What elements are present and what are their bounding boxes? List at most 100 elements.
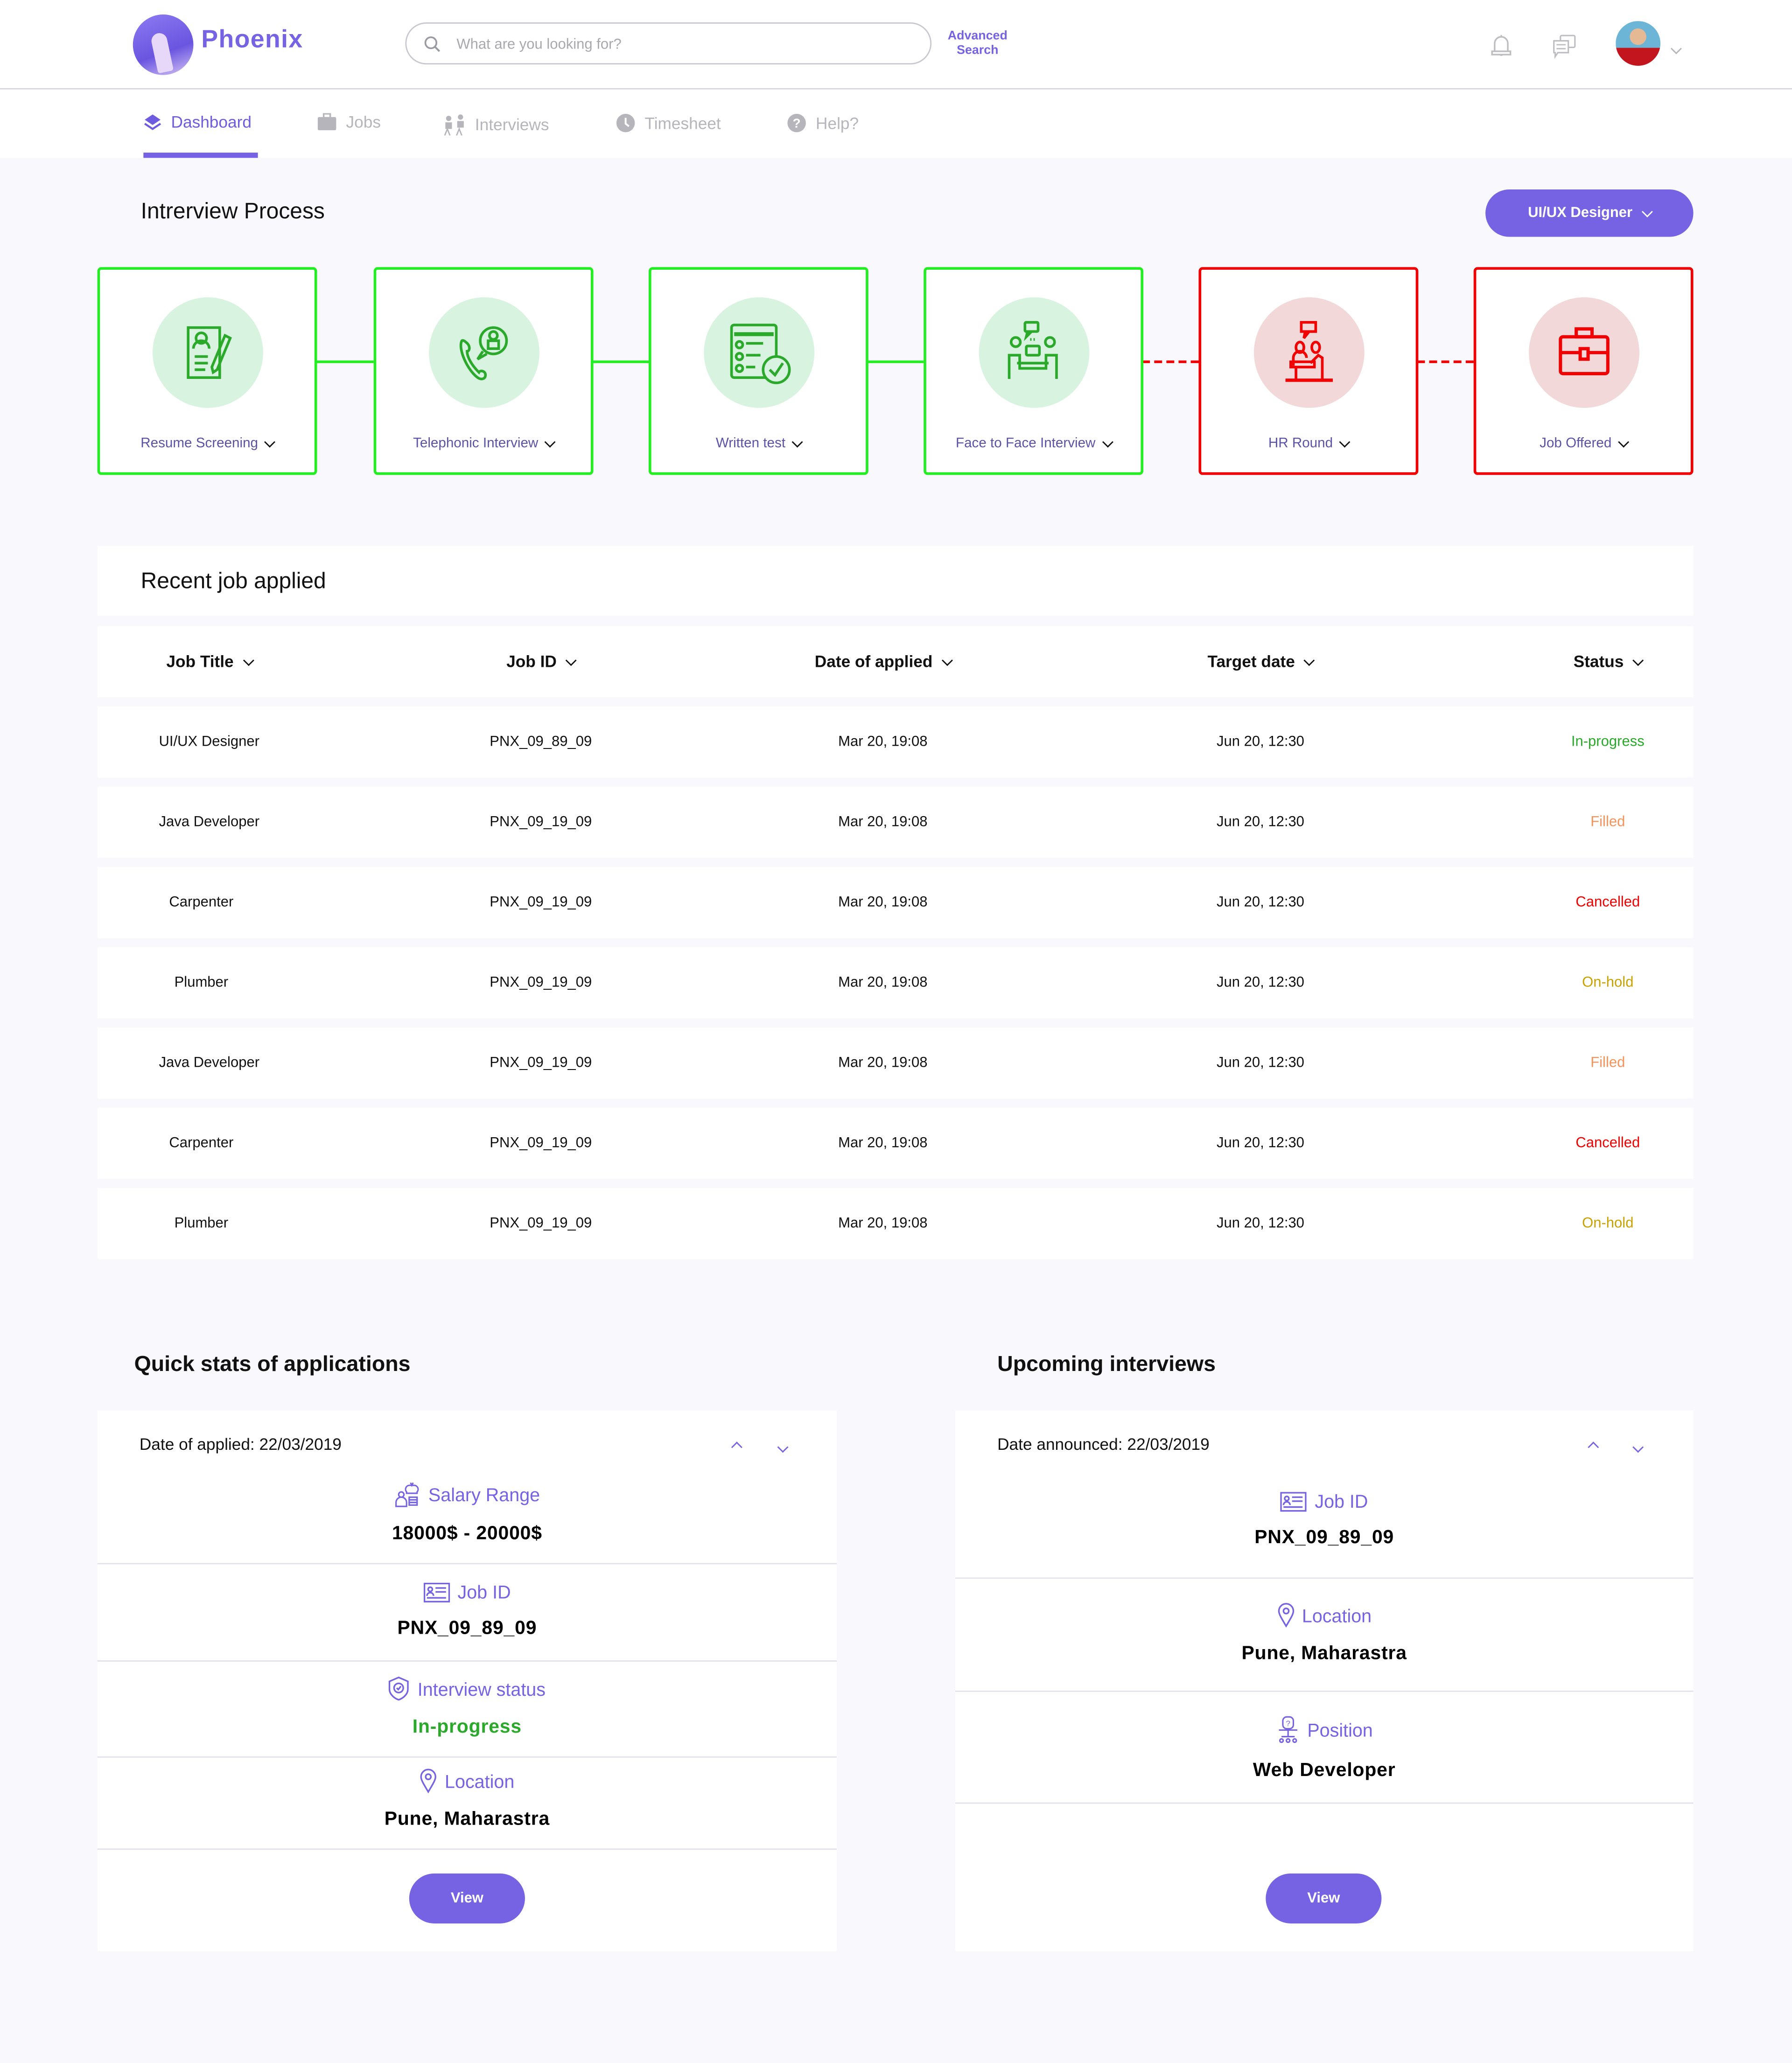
step-written-test[interactable]: Written test — [648, 267, 868, 475]
brand-name[interactable]: Phoenix — [201, 26, 303, 55]
column-header[interactable]: Job ID — [409, 626, 672, 697]
nav-item-interviews[interactable]: Interviews — [443, 113, 549, 136]
chevron-down-icon — [1632, 654, 1644, 665]
bell-icon[interactable] — [1487, 32, 1516, 61]
table-cell: Mar 20, 19:08 — [838, 895, 928, 911]
step-face-to-face-interview[interactable]: Face to Face Interview — [924, 267, 1144, 475]
chevron-down-icon — [242, 654, 254, 665]
column-header[interactable]: Target date — [1129, 626, 1392, 697]
quick-stats-panel: Date of applied: 22/03/2019 Salary Range… — [97, 1410, 837, 1951]
recent-jobs-header-card: Recent job applied — [97, 546, 1694, 616]
table-cell: Jun 20, 12:30 — [1216, 1135, 1304, 1151]
chevron-down-icon[interactable] — [791, 435, 803, 447]
table-row[interactable]: Java Developer PNX_09_19_09 Mar 20, 19:08 J… — [97, 787, 1694, 858]
date-applied: Date of applied: 22/03/2019 — [139, 1435, 342, 1454]
salary-range-value: 18000$ - 20000$ — [392, 1523, 542, 1545]
status-badge: Cancelled — [1575, 895, 1640, 911]
table-cell: PNX_09_19_09 — [490, 1055, 592, 1071]
advanced-search-link[interactable]: Advanced Search — [938, 29, 1017, 58]
column-header[interactable]: Status — [1516, 626, 1700, 697]
field-label: Job ID — [457, 1581, 511, 1603]
chevron-up-icon[interactable] — [1588, 1434, 1599, 1458]
briefcase-icon — [317, 113, 336, 131]
step-job-offered[interactable]: Job Offered — [1473, 267, 1694, 475]
chevron-down-icon[interactable] — [1632, 1434, 1644, 1458]
phoenix-logo[interactable] — [133, 14, 194, 75]
chevron-down-icon[interactable] — [544, 435, 556, 447]
search-icon — [424, 36, 441, 52]
chevron-down-icon[interactable] — [1101, 435, 1113, 447]
role-selector-button[interactable]: UI/UX Designer — [1485, 189, 1694, 237]
table-cell: PNX_09_19_09 — [490, 1135, 592, 1151]
nav-item-dashboard[interactable]: Dashboard — [143, 113, 252, 132]
column-header[interactable]: Job Title — [77, 626, 341, 697]
table-cell: Mar 20, 19:08 — [838, 1055, 928, 1071]
divider — [97, 1660, 837, 1662]
nav-label: Help? — [816, 113, 859, 133]
position-value: Web Developer — [1253, 1760, 1396, 1782]
nav-item-timesheet[interactable]: Timesheet — [616, 113, 721, 133]
table-row[interactable]: Plumber PNX_09_19_09 Mar 20, 19:08 Jun 20, … — [97, 947, 1694, 1019]
column-header[interactable]: Date of applied — [738, 626, 1028, 697]
table-cell: Plumber — [174, 975, 229, 991]
interview-status-field: Interview status In-progress — [98, 1676, 837, 1738]
table-row[interactable]: Plumber PNX_09_19_09 Mar 20, 19:08 Jun 20, … — [97, 1188, 1694, 1259]
nav-label: Interviews — [475, 115, 549, 134]
id-card-icon — [423, 1582, 450, 1602]
field-label: Salary Range — [428, 1484, 540, 1505]
table-cell: PNX_09_19_09 — [490, 814, 592, 831]
nav-bar — [0, 89, 1792, 158]
nav-item-help[interactable]: ? Help? — [787, 113, 859, 133]
status-badge: Filled — [1590, 814, 1625, 831]
chevron-down-icon[interactable] — [1617, 435, 1629, 447]
location-value: Pune, Maharastra — [1241, 1643, 1407, 1664]
job-id-field: Job ID PNX_09_89_09 — [955, 1490, 1694, 1548]
table-cell: Carpenter — [169, 1135, 234, 1151]
step-connector — [1142, 360, 1199, 364]
view-button[interactable]: View — [1266, 1873, 1382, 1923]
table-cell: Mar 20, 19:08 — [838, 1135, 928, 1151]
step-hr-round[interactable]: HR Round — [1198, 267, 1419, 475]
table-row[interactable]: UI/UX Designer PNX_09_89_09 Mar 20, 19:08 J… — [97, 706, 1694, 778]
divider — [97, 1756, 837, 1758]
chevron-up-icon[interactable] — [731, 1434, 742, 1458]
search-box[interactable] — [405, 22, 932, 65]
table-cell: Java Developer — [159, 1055, 260, 1071]
chat-icon[interactable] — [1550, 32, 1579, 61]
step-resume-screening[interactable]: Resume Screening — [97, 267, 317, 475]
location-field: Location Pune, Maharastra — [955, 1602, 1694, 1664]
chevron-down-icon — [1641, 205, 1653, 217]
briefcase-icon — [1559, 327, 1610, 376]
table-row[interactable]: Java Developer PNX_09_19_09 Mar 20, 19:08 J… — [97, 1027, 1694, 1099]
avatar[interactable] — [1616, 21, 1661, 66]
table-cell: Mar 20, 19:08 — [838, 975, 928, 991]
chevron-down-icon — [941, 654, 953, 665]
salary-range-field: Salary Range 18000$ - 20000$ — [98, 1482, 837, 1545]
chevron-down-icon[interactable] — [777, 1434, 789, 1458]
step-label: Face to Face Interview — [955, 435, 1096, 452]
view-button[interactable]: View — [409, 1873, 525, 1923]
divider — [955, 1577, 1694, 1579]
search-input[interactable] — [454, 31, 907, 58]
table-cell: Mar 20, 19:08 — [838, 734, 928, 750]
recent-jobs-title: Recent job applied — [140, 568, 326, 594]
table-cell: Jun 20, 12:30 — [1216, 734, 1304, 750]
position-field: ? Position Web Developer — [955, 1715, 1694, 1781]
table-row[interactable]: Carpenter PNX_09_19_09 Mar 20, 19:08 Jun 20… — [97, 867, 1694, 938]
chevron-down-icon[interactable] — [1339, 435, 1351, 447]
step-label: HR Round — [1268, 435, 1333, 452]
step-telephonic-interview[interactable]: Telephonic Interview — [373, 267, 594, 475]
table-row[interactable]: Carpenter PNX_09_19_09 Mar 20, 19:08 Jun 20… — [97, 1107, 1694, 1179]
step-connector — [1417, 360, 1474, 364]
field-label: Position — [1307, 1719, 1373, 1741]
people-icon — [444, 114, 464, 136]
column-header-label: Target date — [1207, 652, 1295, 671]
table-cell: Mar 20, 19:08 — [838, 1216, 928, 1231]
chevron-down-icon[interactable] — [1670, 35, 1682, 59]
nav-label: Timesheet — [644, 113, 721, 133]
chevron-down-icon[interactable] — [264, 435, 276, 447]
field-label: Interview status — [417, 1678, 546, 1699]
hr-desk-icon — [1285, 321, 1333, 382]
process-title: Intrerview Process — [140, 198, 325, 224]
nav-item-jobs[interactable]: Jobs — [317, 113, 381, 132]
